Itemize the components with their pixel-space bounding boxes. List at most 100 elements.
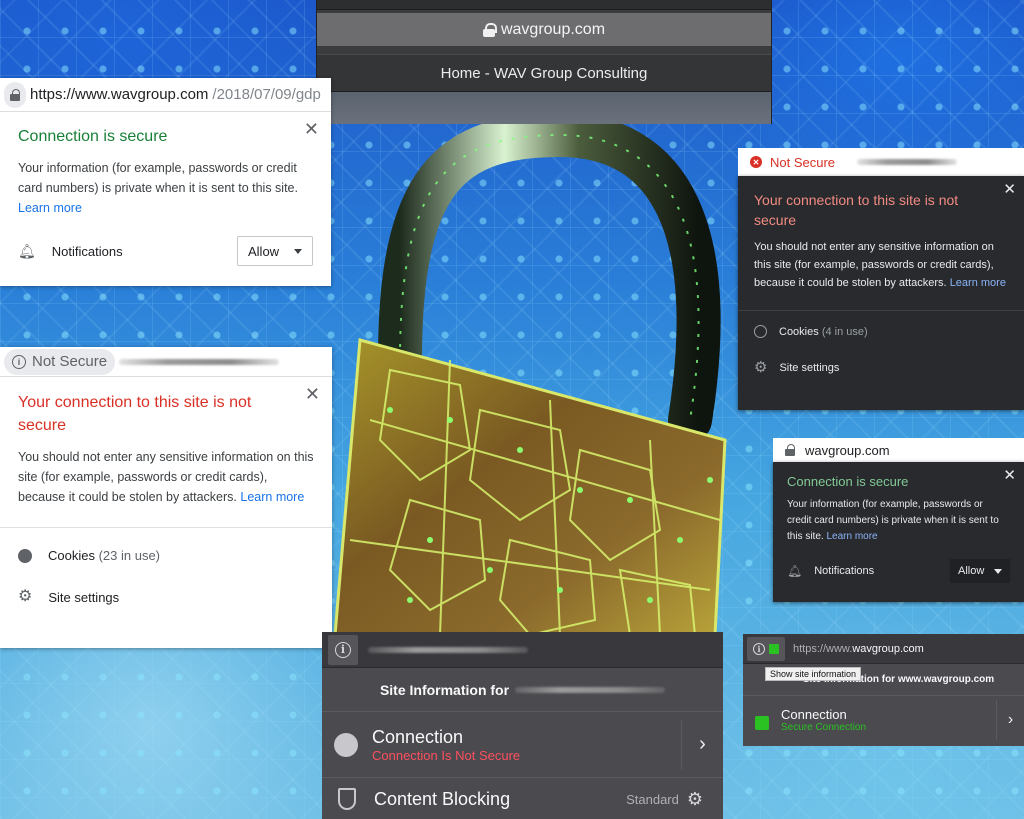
connection-row[interactable]: Connection Secure Connection › (743, 696, 1024, 744)
site-info-button[interactable]: i (328, 634, 358, 665)
notifications-select[interactable]: Allow (950, 559, 1010, 583)
firefox-urlbar[interactable]: i https://www.wavgroup.com (743, 634, 1024, 664)
popup-description: Your information (for example, passwords… (787, 497, 1010, 545)
site-info-tooltip: Show site information (765, 667, 862, 681)
cookie-icon (18, 548, 32, 563)
site-info-chip[interactable] (4, 81, 26, 108)
chrome-omnibox[interactable]: https://www.wavgroup.com/2018/07/09/gdp (0, 78, 331, 112)
connection-details-button[interactable]: › (996, 700, 1024, 740)
content-blocking-label: Content Blocking (374, 788, 511, 809)
shield-icon (338, 788, 356, 810)
bell-icon: 🔔︎ (18, 242, 36, 259)
popup-body: ✕ Your connection to this site is not se… (0, 377, 332, 519)
popup-body: ✕ Connection is secure Your information … (0, 112, 331, 278)
info-icon: i (335, 641, 351, 658)
description-text: Your information (for example, passwords… (787, 499, 999, 542)
lock-icon (10, 88, 20, 101)
padlock-illustration (330, 112, 740, 637)
popup-body: ✕ Your connection to this site is not se… (738, 176, 1024, 302)
notifications-label: Notifications (51, 243, 123, 259)
firefox-site-info-panel: i Site Information for Connection Connec… (322, 632, 723, 819)
chevron-down-icon (994, 568, 1002, 574)
notifications-value: Allow (248, 243, 280, 259)
padlock-icon (333, 112, 727, 637)
popup-title: Your connection to this site is not secu… (754, 192, 959, 228)
site-info-button[interactable]: i (747, 636, 785, 661)
cookies-label: Cookies (779, 325, 819, 338)
popup-title: Your connection to this site is not secu… (18, 394, 252, 434)
safari-tab-title: Home - WAV Group Consulting (440, 64, 648, 82)
url-text: wavgroup.com (805, 442, 890, 458)
chrome-dark-secure-popup: ✕ Connection is secure Your information … (773, 462, 1024, 602)
chrome-omnibox[interactable]: i Not Secure (0, 347, 332, 377)
redacted-url (119, 358, 280, 365)
redacted-url (857, 159, 958, 165)
safari-address-bar[interactable]: wavgroup.com (317, 13, 771, 46)
url-host: https://www.wavgroup.com (30, 86, 209, 103)
learn-more-link[interactable]: Learn more (240, 490, 304, 504)
globe-icon (334, 732, 358, 757)
content-blocking-row[interactable]: Content Blocking Standard ⚙ (322, 778, 723, 819)
url-path: /2018/07/09/gdp (212, 86, 321, 103)
chrome-secure-popup: https://www.wavgroup.com/2018/07/09/gdp … (0, 78, 331, 286)
site-info-prefix: Site Information for (379, 681, 510, 698)
safari-page-area (317, 92, 771, 124)
lock-icon (769, 643, 779, 654)
connection-row[interactable]: Connection Connection Is Not Secure › (322, 712, 723, 778)
content-blocking-value: Standard (626, 791, 679, 807)
close-icon[interactable]: ✕ (305, 385, 320, 403)
popup-title: Connection is secure (18, 128, 168, 145)
connection-label: Connection (781, 707, 847, 722)
popup-description: Your information (for example, passwords… (18, 158, 313, 218)
chrome-dark-omnibox[interactable]: ✕ Not Secure (738, 148, 1024, 176)
description-text: Your information (for example, passwords… (18, 161, 298, 195)
lock-icon (755, 716, 769, 730)
site-settings-label: Site settings (48, 589, 120, 605)
firefox-secure-panel: i https://www.wavgroup.com Show site inf… (743, 634, 1024, 746)
cookies-count: (23 in use) (98, 548, 161, 563)
popup-description: You should not enter any sensitive infor… (754, 238, 1008, 292)
site-settings-row[interactable]: ⚙ Site settings (738, 338, 1024, 375)
cookies-label: Cookies (48, 548, 95, 563)
url-host: wavgroup.com (852, 642, 924, 655)
safari-address-text: wavgroup.com (500, 20, 606, 38)
close-icon[interactable]: ✕ (1003, 182, 1016, 197)
gear-icon: ⚙ (754, 359, 768, 376)
close-icon[interactable]: ✕ (304, 120, 319, 138)
connection-status: Connection Is Not Secure (372, 747, 521, 763)
cookies-row[interactable]: Cookies (4 in use) (738, 311, 1024, 338)
safari-tab[interactable]: Home - WAV Group Consulting (317, 54, 771, 92)
learn-more-link[interactable]: Learn more (18, 201, 82, 215)
not-secure-chip[interactable]: i Not Secure (4, 348, 116, 375)
learn-more-link[interactable]: Learn more (950, 277, 1006, 289)
connection-details-button[interactable]: › (681, 719, 723, 770)
site-settings-row[interactable]: ⚙ Site settings (0, 563, 332, 605)
error-icon: ✕ (750, 156, 762, 168)
gear-icon: ⚙ (18, 588, 33, 605)
notifications-select[interactable]: Allow (237, 236, 313, 266)
notifications-label: Notifications (814, 565, 875, 577)
cookies-row[interactable]: Cookies (23 in use) (0, 528, 332, 563)
notifications-row: 🔔︎ Notifications Allow (18, 236, 313, 266)
not-secure-label: Not Secure (770, 154, 836, 170)
site-info-title: Site Information for (322, 668, 723, 712)
gear-icon[interactable]: ⚙ (687, 789, 703, 810)
notifications-row: 🔔︎ Notifications Allow (787, 559, 1010, 583)
safari-top-strip (317, 0, 771, 10)
notifications-value: Allow (958, 565, 985, 577)
popup-title: Connection is secure (787, 474, 909, 489)
chrome-dark-secure-omnibox[interactable]: wavgroup.com (773, 438, 1024, 462)
chrome-dark-not-secure-popup: ✕ Your connection to this site is not se… (738, 176, 1024, 410)
chevron-down-icon (294, 248, 302, 254)
redacted-url (368, 646, 528, 653)
lock-icon (482, 22, 497, 37)
cookie-icon (754, 325, 767, 338)
cookies-count: (4 in use) (821, 325, 868, 338)
connection-status: Secure Connection (781, 722, 867, 733)
connection-label: Connection (372, 726, 464, 747)
lock-icon (785, 444, 795, 456)
firefox-urlbar[interactable]: i (322, 632, 723, 668)
safari-browser-bar: wavgroup.com Home - WAV Group Consulting (316, 0, 772, 124)
close-icon[interactable]: ✕ (1003, 468, 1016, 483)
learn-more-link[interactable]: Learn more (826, 531, 877, 542)
